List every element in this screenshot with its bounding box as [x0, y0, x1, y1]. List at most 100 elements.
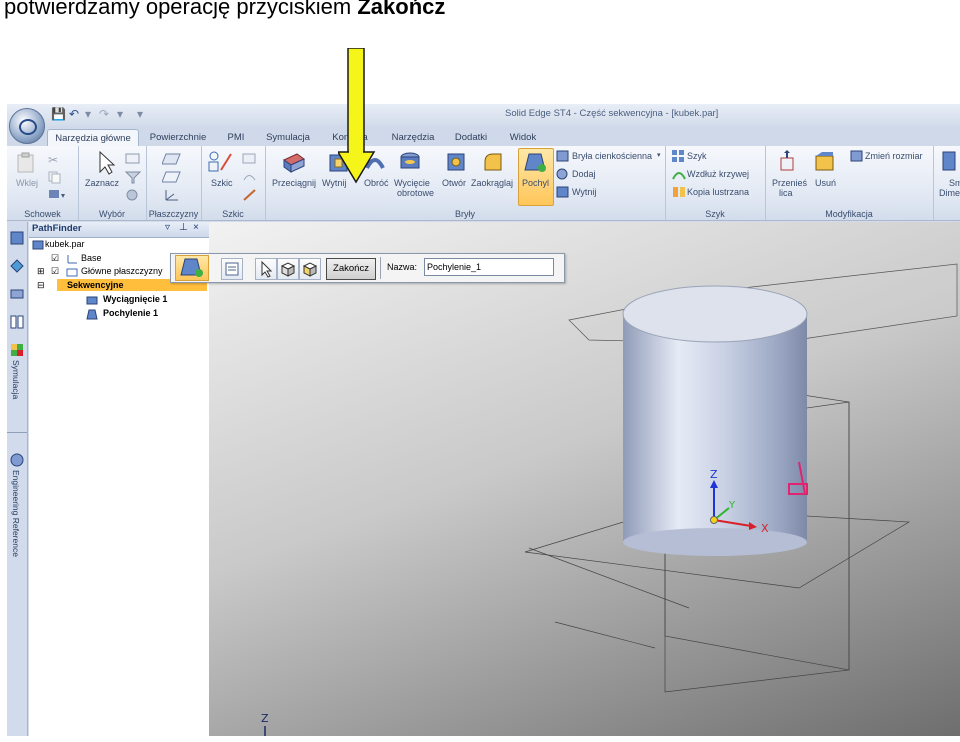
- mirror-icon[interactable]: [671, 185, 687, 199]
- cut-small-label[interactable]: Wytnij: [572, 187, 596, 197]
- round-icon[interactable]: [481, 150, 505, 174]
- resize-label[interactable]: Zmień rozmiar: [865, 151, 923, 161]
- move-faces-icon[interactable]: [777, 150, 801, 174]
- finish-button[interactable]: Zakończ: [326, 258, 376, 280]
- tab-symulacja[interactable]: Symulacja: [261, 129, 315, 146]
- cut-small-icon[interactable]: [555, 185, 571, 199]
- tab-pmi[interactable]: PMI: [221, 129, 251, 146]
- extra-icon[interactable]: [941, 150, 959, 174]
- group-wybor: Zaznacz Wybór: [78, 146, 147, 220]
- thinwall-dropdown-icon[interactable]: ▾: [657, 151, 661, 159]
- pin-icon[interactable]: ⊥: [179, 222, 188, 233]
- pattern-label[interactable]: Szyk: [687, 151, 707, 161]
- mirror-label[interactable]: Kopia lustrzana: [687, 187, 749, 197]
- pattern-icon[interactable]: [671, 149, 687, 163]
- sketch-tool-1-icon[interactable]: [241, 152, 259, 166]
- layers-tab-icon[interactable]: [9, 258, 25, 274]
- application-button[interactable]: [9, 108, 45, 144]
- cube-icon: [280, 262, 296, 277]
- pattern-curve-icon[interactable]: [671, 167, 687, 181]
- cylinder-top[interactable]: [622, 285, 808, 343]
- tree-item-pochylenie[interactable]: Pochylenie 1: [103, 308, 158, 318]
- hole-icon[interactable]: [445, 150, 467, 174]
- axis-y-label: Y: [728, 500, 736, 511]
- step-plane-button[interactable]: [277, 258, 299, 280]
- coordinate-icon: [67, 255, 77, 264]
- add-label[interactable]: Dodaj: [572, 169, 596, 179]
- collapse-sekwencyjne-icon[interactable]: ⊟: [37, 280, 45, 291]
- tree-item-kubek[interactable]: kubek.par: [45, 239, 85, 249]
- filter-icon[interactable]: [124, 170, 142, 184]
- plane-edge-2: [554, 621, 656, 649]
- sketch-icon[interactable]: [207, 150, 233, 174]
- redo-dropdown-icon[interactable]: ▾: [117, 107, 123, 121]
- thinwall-icon[interactable]: [555, 149, 571, 163]
- sketch-tool-2-icon[interactable]: [241, 170, 259, 184]
- tab-narzedzia-glowne[interactable]: Narzędzia główne: [47, 129, 139, 147]
- options-icon: [225, 262, 239, 276]
- tab-narzedzia[interactable]: Narzędzia: [385, 129, 441, 146]
- pathfinder-header: PathFinder ▿ ⊥ ×: [29, 222, 209, 238]
- select-label: Zaznacz: [85, 178, 120, 188]
- plane-icon[interactable]: [162, 152, 182, 166]
- select-face-icon: [261, 260, 273, 278]
- group-plaszczyzny-label: Płaszczyzny: [148, 209, 199, 219]
- family-tab-icon[interactable]: [9, 314, 25, 330]
- group-szyk-label: Szyk: [705, 209, 725, 219]
- expand-glowne-icon[interactable]: ⊞: [37, 266, 45, 277]
- copy-icon[interactable]: [47, 170, 61, 184]
- plane-offset-icon[interactable]: [162, 170, 182, 184]
- name-input[interactable]: Pochylenie_1: [424, 258, 554, 276]
- close-icon[interactable]: ×: [193, 222, 199, 233]
- tab-widok[interactable]: Widok: [501, 129, 545, 146]
- title-bar: 💾 ↶ ▾ ↷ ▾ ▾ Solid Edge ST4 - Część sekwe…: [7, 104, 960, 126]
- step-face-button[interactable]: [299, 258, 321, 280]
- redo-icon[interactable]: ↷: [99, 107, 109, 121]
- pattern-curve-label[interactable]: Wzdłuż krzywej: [687, 169, 749, 179]
- draft-step-button[interactable]: [175, 255, 209, 281]
- axis-z-label: Z: [710, 468, 718, 481]
- thinwall-label[interactable]: Bryła cienkościenna: [572, 151, 652, 161]
- delete-icon[interactable]: [813, 150, 837, 174]
- draft-feature-icon: [86, 309, 98, 320]
- extrude-feature-icon: [86, 296, 98, 305]
- ribbon-tabs: Narzędzia główne Powierzchnie PMI Symula…: [7, 126, 960, 147]
- tree-item-glowne-plaszczyzny[interactable]: Główne płaszczyzny: [81, 266, 163, 276]
- tree-item-base[interactable]: Base: [81, 253, 102, 263]
- tab-dodatki[interactable]: Dodatki: [449, 129, 493, 146]
- add-icon[interactable]: [555, 167, 571, 181]
- cut-icon[interactable]: ✂: [47, 152, 61, 166]
- customize-icon[interactable]: ▾: [137, 107, 143, 121]
- coordinate-system-icon[interactable]: [162, 188, 182, 204]
- sketch-tool-3-icon[interactable]: [241, 188, 259, 202]
- undo-dropdown-icon[interactable]: ▾: [85, 107, 91, 121]
- instruction-caption: potwierdzamy operację przyciskiem Zakońc…: [4, 0, 445, 20]
- checkbox-base[interactable]: ☑: [51, 253, 59, 264]
- checkbox-glowne[interactable]: ☑: [51, 266, 59, 277]
- engineering-reference-tab-label[interactable]: Engineering Reference: [11, 470, 21, 557]
- extrude-icon[interactable]: [281, 150, 307, 174]
- tab-powierzchnie[interactable]: Powierzchnie: [143, 129, 213, 146]
- select-face-button[interactable]: [255, 258, 277, 280]
- engineering-reference-icon[interactable]: [9, 452, 25, 468]
- caption-text: potwierdzamy operację przyciskiem: [4, 0, 358, 19]
- undo-icon[interactable]: ↶: [69, 107, 79, 121]
- simulation-tab-icon[interactable]: [9, 342, 25, 358]
- revolved-cut-icon[interactable]: [397, 150, 423, 174]
- format-painter-icon[interactable]: [47, 188, 67, 202]
- pathfinder-tab-icon[interactable]: [9, 230, 25, 246]
- tree-item-sekwencyjne[interactable]: Sekwencyjne: [67, 280, 124, 290]
- simulation-tab-label[interactable]: Symulacja: [11, 360, 21, 399]
- features-tab-icon[interactable]: [9, 286, 25, 302]
- draft-icon[interactable]: [523, 150, 547, 174]
- graphics-viewport[interactable]: Z X Y Z: [209, 222, 960, 736]
- resize-icon[interactable]: [849, 149, 865, 163]
- save-icon[interactable]: 💾: [51, 107, 66, 121]
- dropdown-icon[interactable]: ▿: [165, 222, 170, 233]
- tree-item-wyciagniecie[interactable]: Wyciągnięcie 1: [103, 294, 167, 304]
- select-extra-icon[interactable]: [124, 188, 142, 202]
- paste-icon[interactable]: [15, 152, 37, 174]
- select-tool-icon[interactable]: [124, 152, 142, 166]
- options-button[interactable]: [221, 258, 243, 280]
- select-arrow-icon[interactable]: [94, 150, 118, 176]
